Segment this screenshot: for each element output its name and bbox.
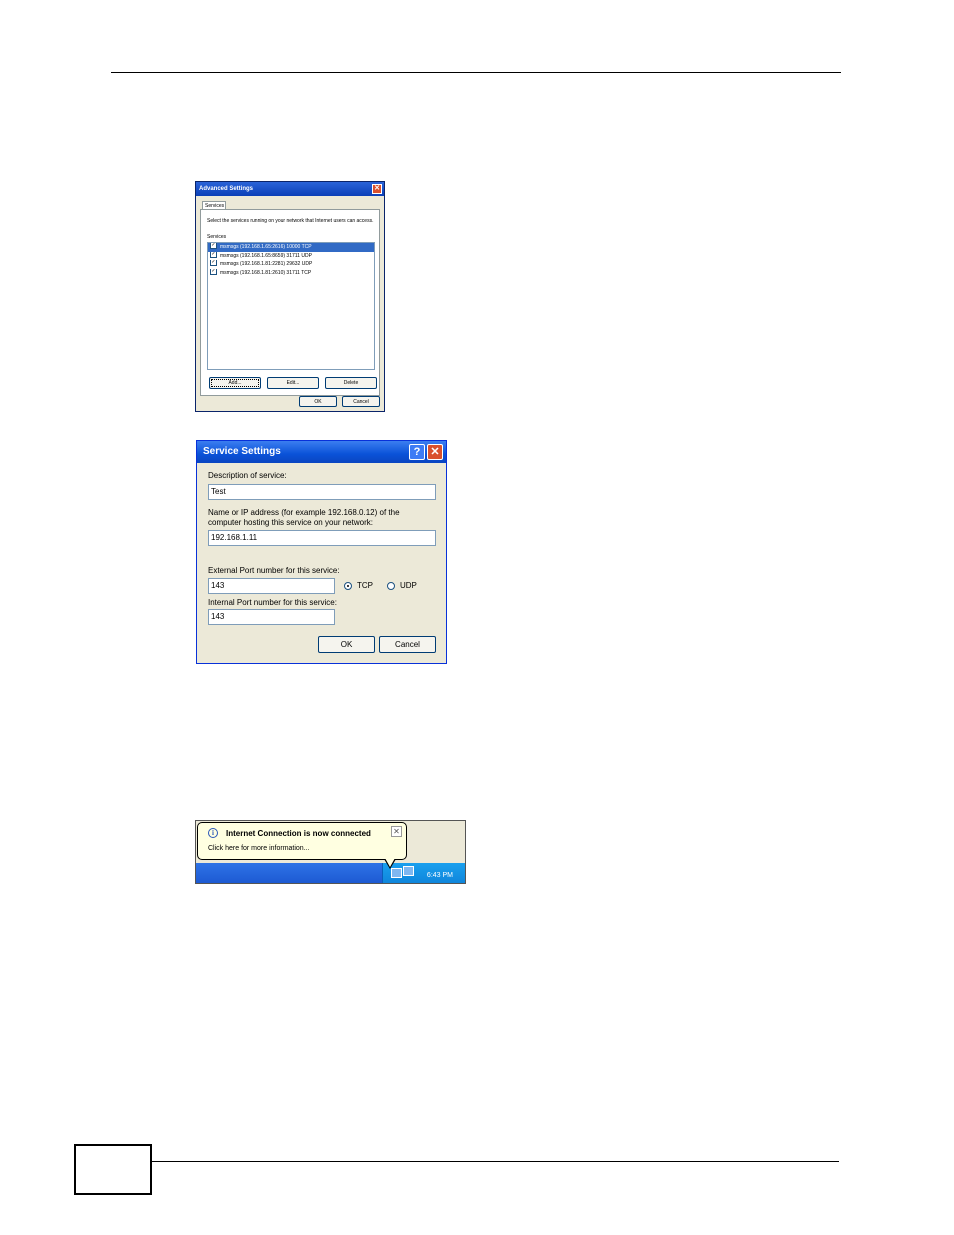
notification-title: Internet Connection is now connected [226, 829, 371, 838]
external-port-field[interactable]: 143 [208, 578, 335, 594]
cancel-button[interactable]: Cancel [342, 396, 380, 407]
udp-label[interactable]: UDP [400, 581, 417, 591]
help-icon[interactable]: ? [409, 444, 425, 460]
notification-balloon[interactable]: i Internet Connection is now connected C… [197, 822, 407, 860]
page-number-box [74, 1144, 152, 1195]
checkbox-checked-icon[interactable]: ✓ [210, 251, 217, 258]
service-settings-titlebar: Service Settings ? ✕ [197, 441, 446, 463]
clock[interactable]: 6:43 PM [427, 872, 453, 879]
internal-port-label: Internal Port number for this service: [208, 598, 337, 607]
add-button[interactable]: Add... [209, 377, 261, 389]
host-label-line1: Name or IP address (for example 192.168.… [208, 508, 400, 517]
services-description: Select the services running on your netw… [207, 218, 374, 224]
service-row[interactable]: ✓ msmsgs (192.168.1.65:2616) 10000 TCP [208, 243, 374, 252]
cancel-button[interactable]: Cancel [379, 636, 436, 653]
tcp-label[interactable]: TCP [357, 581, 373, 591]
udp-radio[interactable] [387, 582, 395, 590]
ok-button[interactable]: OK [318, 636, 375, 653]
services-label: Services [207, 234, 227, 240]
info-icon: i [208, 828, 218, 838]
balloon-tail-fill [385, 858, 395, 867]
delete-button[interactable]: Delete [325, 377, 377, 389]
services-panel: Select the services running on your netw… [200, 209, 380, 396]
advanced-settings-dialog: Advanced Settings ✕ Services Select the … [195, 181, 385, 412]
host-label-line2: computer hosting this service on your ne… [208, 518, 373, 527]
ok-button[interactable]: OK [299, 396, 337, 407]
service-row[interactable]: ✓ msmsgs (192.168.1.65:8659) 31711 UDP [208, 251, 374, 261]
close-icon[interactable]: ✕ [391, 826, 402, 837]
taskbar-notification: 6:43 PM i Internet Connection is now con… [195, 820, 466, 884]
advanced-settings-titlebar: Advanced Settings ✕ [196, 182, 384, 196]
description-field[interactable]: Test [208, 484, 436, 500]
network-connection-icon[interactable] [391, 868, 402, 878]
network-connection-icon[interactable] [403, 866, 414, 876]
close-icon[interactable]: ✕ [372, 184, 382, 194]
checkbox-checked-icon[interactable]: ✓ [210, 268, 217, 275]
close-icon[interactable]: ✕ [427, 444, 443, 460]
edit-button[interactable]: Edit... [267, 377, 319, 389]
description-label: Description of service: [208, 471, 287, 480]
checkbox-checked-icon[interactable]: ✓ [210, 260, 217, 267]
internal-port-field[interactable]: 143 [208, 609, 335, 625]
service-row[interactable]: ✓ msmsgs (192.168.1.81:2610) 31711 TCP [208, 268, 374, 278]
advanced-settings-title: Advanced Settings [199, 186, 254, 192]
tcp-radio[interactable] [344, 582, 352, 590]
host-address-field[interactable]: 192.168.1.11 [208, 530, 436, 546]
checkbox-checked-icon[interactable]: ✓ [210, 243, 217, 250]
footer-rule [152, 1161, 839, 1162]
service-settings-dialog: Service Settings ? ✕ Description of serv… [196, 440, 447, 664]
services-list[interactable]: ✓ msmsgs (192.168.1.65:2616) 10000 TCP ✓ m… [207, 242, 375, 370]
header-rule [111, 72, 841, 73]
external-port-label: External Port number for this service: [208, 566, 340, 575]
service-settings-title: Service Settings [203, 446, 281, 457]
notification-message[interactable]: Click here for more information... [208, 845, 310, 852]
service-row[interactable]: ✓ msmsgs (192.168.1.81:2281) 29632 UDP [208, 260, 374, 269]
